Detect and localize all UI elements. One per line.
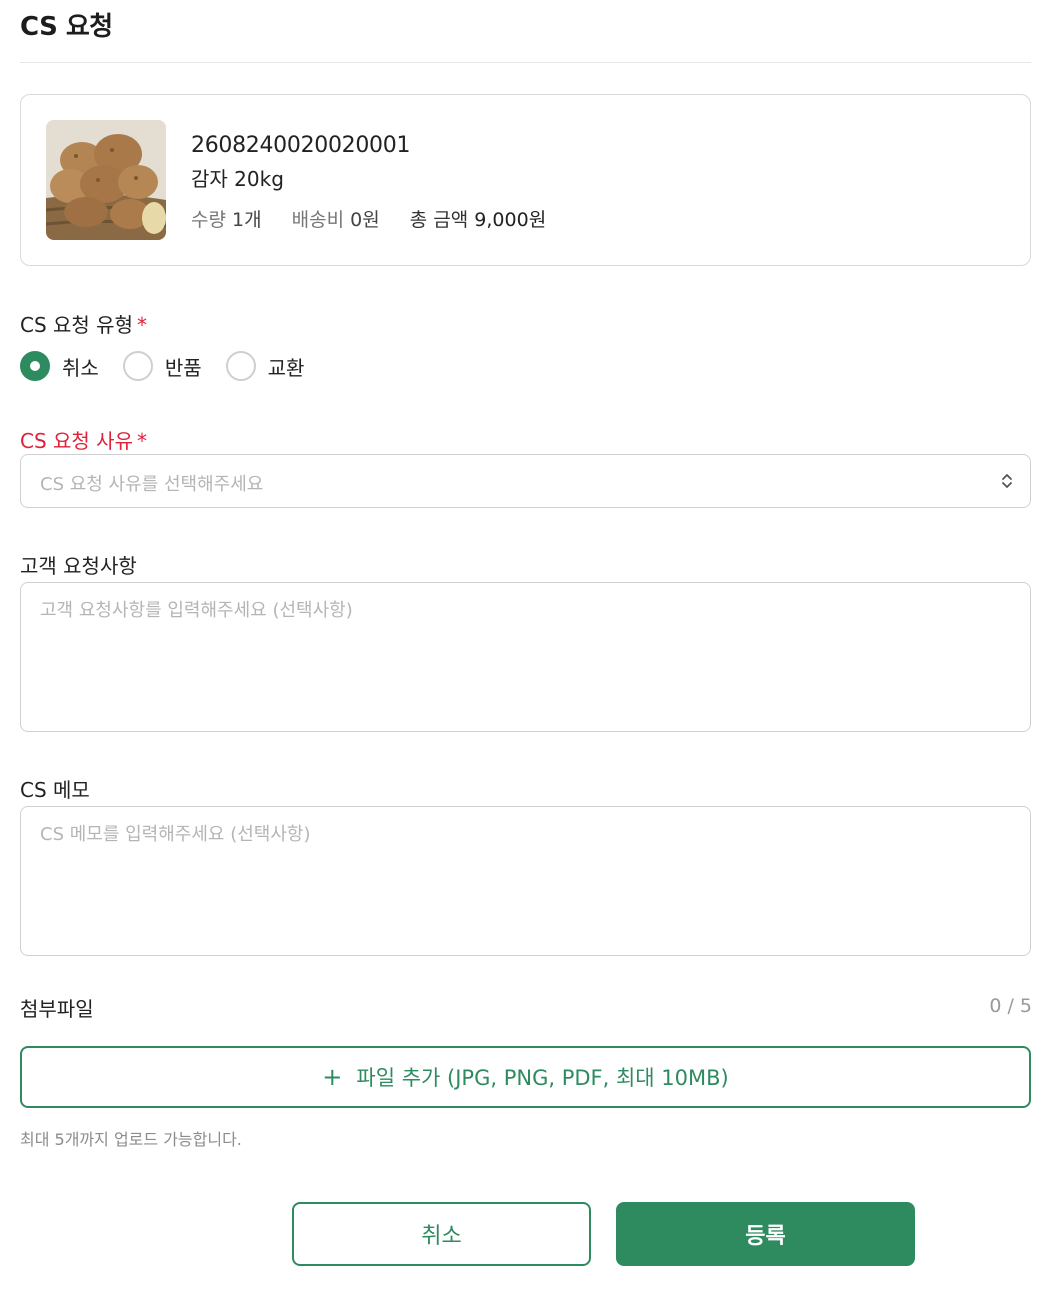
total-info: 총 금액 9,000원 (410, 209, 546, 231)
product-thumbnail (46, 120, 166, 240)
total-label: 총 금액 (409, 209, 469, 231)
potato-basket-image (46, 120, 166, 240)
product-name: 감자 20kg (191, 167, 284, 191)
customer-request-placeholder: 고객 요청사항를 입력해주세요 (선택사항) (40, 600, 353, 621)
total-value: 9,000원 (474, 209, 547, 231)
attachment-helper-text: 최대 5개까지 업로드 가능합니다. (20, 1130, 242, 1149)
shipping-label: 배송비 (291, 209, 345, 231)
quantity-value: 1개 (232, 209, 262, 231)
radio-label-exchange: 교환 (267, 355, 305, 380)
cs-memo-placeholder: CS 메모를 입력해주세요 (선택사항) (40, 824, 311, 845)
customer-request-label: 고객 요청사항 (20, 554, 137, 578)
page-title: CS 요청 (20, 12, 113, 42)
submit-button[interactable]: 등록 (616, 1202, 915, 1266)
product-meta: 수량 1개 배송비 0원 총 금액 9,000원 (191, 205, 570, 232)
add-file-button[interactable]: + 파일 추가 (JPG, PNG, PDF, 최대 10MB) (20, 1046, 1031, 1108)
radio-checked-icon[interactable] (20, 351, 50, 381)
customer-request-textarea[interactable]: 고객 요청사항를 입력해주세요 (선택사항) (20, 582, 1031, 732)
radio-label-cancel: 취소 (62, 355, 99, 380)
attachment-label: 첨부파일 (20, 997, 94, 1021)
quantity-info: 수량 1개 (191, 209, 262, 231)
radio-option-exchange[interactable]: 교환 (225, 351, 305, 381)
product-card: 2608240020020001 감자 20kg 수량 1개 배송비 0원 총 … (20, 94, 1031, 266)
cs-memo-textarea[interactable]: CS 메모를 입력해주세요 (선택사항) (20, 806, 1031, 956)
updown-chevron-icon (1002, 474, 1012, 488)
radio-unchecked-icon[interactable] (122, 351, 153, 381)
radio-option-cancel[interactable]: 취소 (20, 351, 99, 381)
required-mark: * (136, 429, 147, 453)
product-code: 2608240020020001 (191, 133, 411, 158)
cs-reason-label: CS 요청 사유 * (20, 425, 147, 454)
plus-icon: + (322, 1063, 343, 1091)
shipping-info: 배송비 0원 (292, 209, 380, 231)
radio-unchecked-icon[interactable] (225, 351, 256, 381)
cs-reason-label-text: CS 요청 사유 (20, 429, 133, 453)
radio-option-return[interactable]: 반품 (122, 351, 202, 381)
cs-type-radio-group: 취소 반품 교환 (20, 350, 328, 382)
cancel-button[interactable]: 취소 (292, 1202, 591, 1266)
cs-type-label-text: CS 요청 유형 (20, 313, 133, 337)
radio-label-return: 반품 (164, 355, 202, 380)
required-mark: * (136, 313, 147, 337)
shipping-value: 0원 (350, 209, 380, 231)
quantity-label: 수량 (191, 209, 226, 231)
attachment-count: 0 / 5 (989, 995, 1032, 1017)
cs-type-label: CS 요청 유형 * (20, 309, 147, 338)
add-file-label: 파일 추가 (JPG, PNG, PDF, 최대 10MB) (356, 1066, 729, 1090)
cs-reason-placeholder: CS 요청 사유를 선택해주세요 (40, 474, 264, 495)
title-divider (20, 62, 1031, 63)
cs-memo-label: CS 메모 (20, 778, 90, 802)
cs-reason-select[interactable]: CS 요청 사유를 선택해주세요 (20, 454, 1031, 508)
